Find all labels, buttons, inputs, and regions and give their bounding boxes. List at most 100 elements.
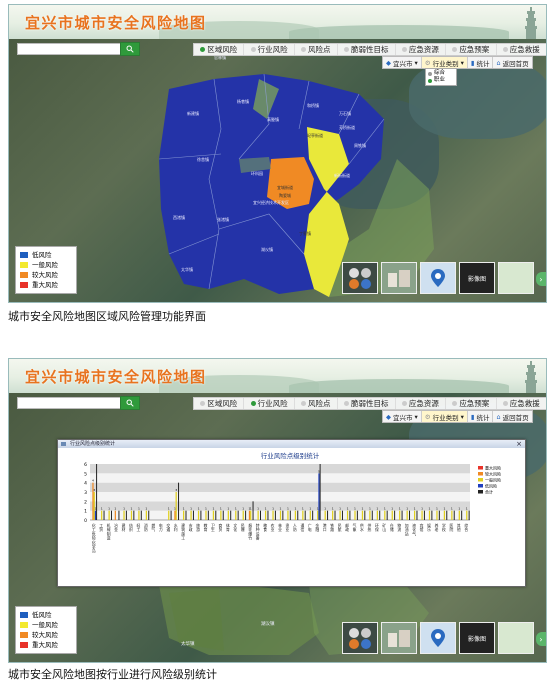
tab-industry-risk[interactable]: 行业风险 (244, 44, 295, 55)
bar-value-label: 1 (466, 507, 468, 511)
window-icon (61, 442, 66, 446)
bar (138, 510, 140, 520)
home-button[interactable]: ⌂ 返回首页 (493, 411, 531, 422)
bar-value-label: 1 (376, 507, 378, 511)
legend-swatch (20, 622, 28, 628)
x-tick-label: 交通 (166, 523, 170, 532)
search-button[interactable] (120, 42, 140, 56)
gridline-band (90, 482, 470, 492)
tab-emergency-resources[interactable]: 应急资源 (396, 398, 447, 409)
x-tick-label: 教育 (204, 523, 208, 532)
bar (264, 510, 267, 520)
city-select[interactable]: ◆ 宜兴市 ▾ (383, 57, 422, 68)
bar (272, 510, 274, 520)
tab-emergency-resources[interactable]: 应急资源 (396, 44, 447, 55)
bar (302, 510, 304, 520)
bar-total (319, 464, 321, 520)
bar-total (327, 510, 329, 520)
bar-total (185, 510, 187, 520)
radio-dot-icon (452, 47, 458, 52)
bar-value-label: 1 (414, 507, 416, 511)
legend-label: 合计 (485, 489, 493, 495)
tab-risk-points[interactable]: 风险点 (295, 398, 338, 409)
expand-arrow-icon[interactable]: › (536, 632, 546, 646)
radio-dot-icon (250, 47, 256, 52)
x-tick-label: 建材 (122, 523, 126, 532)
tab-risk-points[interactable]: 风险点 (295, 44, 338, 55)
pagoda-icon (525, 361, 537, 393)
label-heqiao: 和桥镇 (307, 102, 319, 108)
bar-value-label: 1 (369, 507, 371, 511)
label-hufu: 湖㳇镇 (261, 246, 273, 252)
search-input[interactable] (17, 397, 122, 409)
search-input[interactable] (17, 43, 122, 55)
basemap-thumb-tools[interactable] (342, 262, 378, 294)
industry-icon: ⚙ (424, 412, 431, 421)
bar (227, 510, 229, 520)
x-tick-label: 体育 (226, 523, 230, 532)
label-zhoutie: 周铁镇 (354, 142, 366, 148)
tab-area-risk[interactable]: 区域风险 (194, 44, 245, 55)
bar-total (192, 510, 194, 520)
bar (235, 510, 237, 520)
industry-select[interactable]: ⚙ 行业类别 ▾ (421, 57, 468, 68)
bar-total (103, 510, 105, 520)
dropdown-option-comprehensive[interactable]: 综合 (428, 70, 454, 77)
industry-select[interactable]: ⚙ 行业类别 ▾ (421, 411, 468, 422)
bar-total (438, 510, 440, 520)
bar (406, 510, 408, 520)
home-button[interactable]: ⌂ 返回首页 (493, 57, 531, 68)
bar (318, 473, 320, 520)
radio-dot-icon (428, 78, 432, 83)
tab-emergency-plans[interactable]: 应急预案 (446, 44, 497, 55)
basemap-thumb-map[interactable] (420, 262, 456, 294)
bar-value-label: 1 (123, 507, 125, 511)
tab-vulnerable-targets[interactable]: 脆弱性目标 (338, 44, 396, 55)
basemap-thumb-map[interactable] (420, 622, 456, 654)
stats-window[interactable]: 行业风险点级别统计 × 行业风险点级别统计 4 3 1 1 1 1 1 1 1 1 1 1 3 1 1 1 1 1 1… (57, 439, 526, 587)
x-tick-label: 人防 (293, 523, 297, 532)
city-select[interactable]: ◆ 宜兴市 ▾ (383, 411, 422, 422)
bar-total (260, 510, 261, 520)
basemap-thumb-imagery[interactable]: 影像图 (459, 262, 495, 294)
tab-industry-risk[interactable]: 行业风险 (244, 398, 295, 409)
basemap-thumb-3d[interactable] (381, 262, 417, 294)
stats-button[interactable]: ▮ 统计 (468, 57, 494, 68)
stats-button[interactable]: ▮ 统计 (468, 411, 494, 422)
basemap-thumb-imagery[interactable]: 影像图 (459, 622, 495, 654)
bar-total (341, 510, 343, 520)
close-icon[interactable]: × (516, 440, 522, 448)
map-pin-icon (431, 269, 445, 287)
tab-emergency-plans[interactable]: 应急预案 (446, 398, 497, 409)
label-taihua: 太华镇 (181, 640, 195, 647)
basemap-thumb-3d[interactable] (381, 622, 417, 654)
bar (369, 510, 371, 520)
tab-vulnerable-targets[interactable]: 脆弱性目标 (338, 398, 396, 409)
bar (428, 510, 431, 520)
tab-emergency-rescue[interactable]: 应急救援 (497, 44, 546, 55)
label-fangqiao: 芳桥街道 (339, 124, 355, 130)
bar (174, 510, 176, 520)
label-taihua: 太华镇 (181, 266, 193, 272)
x-tick-label: 纺织 (129, 523, 133, 532)
basemap-thumb-vector[interactable] (498, 262, 534, 294)
x-tick-label: 学校 (442, 523, 446, 532)
tab-emergency-rescue[interactable]: 应急救援 (497, 398, 546, 409)
dropdown-option-occupational[interactable]: 职业 (428, 77, 454, 84)
search-button[interactable] (120, 396, 140, 410)
x-tick-label: 渔业 (286, 523, 290, 532)
tab-area-risk[interactable]: 区域风险 (194, 398, 245, 409)
bar-total (140, 510, 142, 520)
bar-total (252, 501, 254, 520)
app-header: 宜兴市城市安全风险地图 (9, 359, 546, 393)
bar (354, 510, 356, 520)
bar-total (282, 510, 284, 520)
legend-item: 低风险 (20, 250, 72, 260)
bar-value-label: 1 (332, 507, 334, 511)
x-tick-label: 港口 (323, 523, 327, 532)
y-tick-label: 3 (84, 490, 87, 496)
basemap-thumb-vector[interactable] (498, 622, 534, 654)
expand-arrow-icon[interactable]: › (536, 272, 546, 286)
basemap-thumb-tools[interactable] (342, 622, 378, 654)
x-tick-label: 养老 (435, 523, 439, 532)
